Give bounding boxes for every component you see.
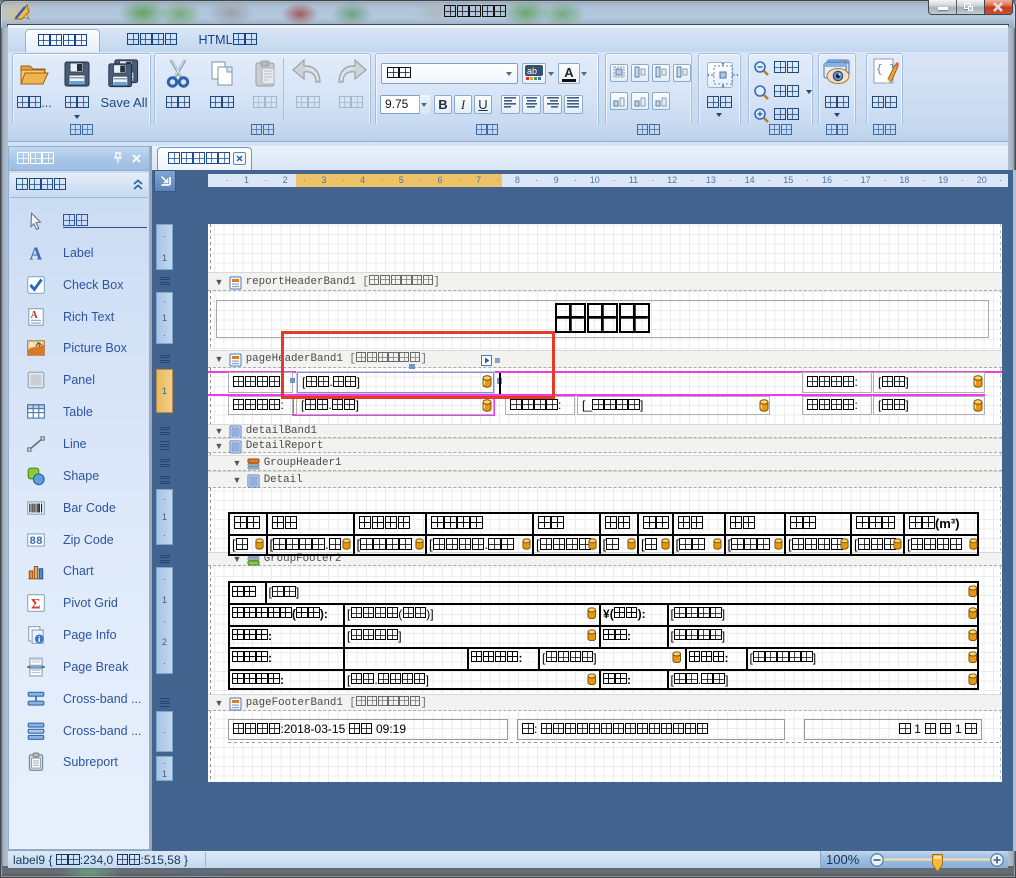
svg-text:Σ: Σ xyxy=(31,597,40,613)
svg-text:ab: ab xyxy=(527,66,537,76)
svg-text:88: 88 xyxy=(29,536,43,548)
svg-text:A: A xyxy=(29,244,42,263)
svg-text:A: A xyxy=(30,310,38,321)
